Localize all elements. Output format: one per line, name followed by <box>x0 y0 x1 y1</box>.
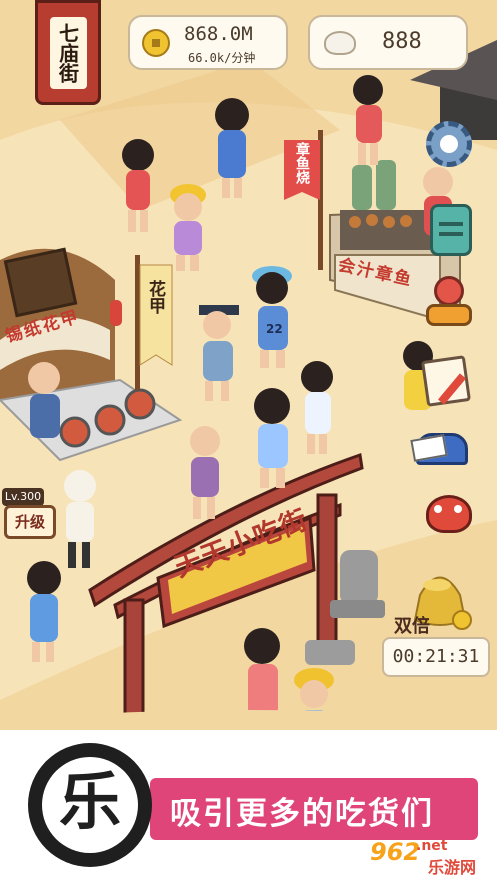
double-bonus-label: 双倍 <box>394 616 430 637</box>
player-shirt-number: 22 <box>266 322 283 336</box>
watermark-suffix: .net <box>416 838 448 854</box>
coin-amount: 868.0M <box>184 23 253 45</box>
promo-logo-text: 乐 <box>58 765 121 838</box>
coin-rate: 66.0k/分钟 <box>188 51 256 65</box>
settings-gear-icon[interactable] <box>420 115 478 173</box>
mailbox-icon[interactable] <box>410 415 470 473</box>
right-flag-text: 章鱼烧 <box>294 142 310 184</box>
watermark-number: 962 <box>370 838 421 866</box>
street-sign: 七庙街 <box>35 0 101 105</box>
clipboard-icon[interactable] <box>422 200 480 258</box>
double-bonus-timer[interactable]: 00:21:31 <box>382 637 490 677</box>
promo-caption: 吸引更多的吃货们 <box>170 796 434 832</box>
coin-panel[interactable]: 868.0M 66.0k/分钟 <box>128 15 288 70</box>
bun-panel[interactable]: 888 <box>308 15 468 70</box>
level-badge: Lv.300 <box>2 488 44 506</box>
bun-amount: 888 <box>382 29 422 54</box>
watermark-site: 乐游网 <box>428 858 477 877</box>
delivery-rider-icon[interactable] <box>420 274 478 332</box>
lion-dance-icon[interactable] <box>420 485 478 543</box>
notepad-icon[interactable] <box>418 350 476 408</box>
double-bonus-coin-icon <box>452 610 472 630</box>
street-sign-text: 七庙街 <box>49 16 87 89</box>
left-flag-text: 花甲 <box>145 280 165 314</box>
bun-icon <box>324 31 356 55</box>
coin-icon <box>142 29 170 57</box>
watermark: 962 .net 乐游网 <box>370 838 495 878</box>
upgrade-button[interactable]: 升级 <box>4 505 56 539</box>
